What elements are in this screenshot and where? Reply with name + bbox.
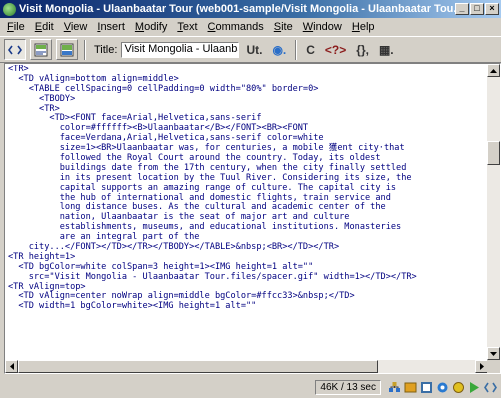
- toolbar-separator: [295, 39, 298, 60]
- horizontal-scroll-thumb[interactable]: [18, 360, 378, 373]
- behaviors-icon[interactable]: [452, 381, 465, 394]
- code-editor[interactable]: <TR> <TD vAlign=bottom align=middle> <TA…: [4, 63, 501, 374]
- horizontal-scrollbar[interactable]: [5, 360, 488, 373]
- code-line: <TBODY>: [8, 93, 76, 104]
- design-view-icon: [60, 43, 74, 56]
- page-title-label: Title:: [94, 43, 118, 56]
- arrow-down-icon: [490, 351, 497, 356]
- braces-button[interactable]: {},: [353, 40, 372, 60]
- document-toolbar: Title: Visit Mongolia - Ulaanbaatar T Ut…: [0, 36, 501, 63]
- close-button[interactable]: ×: [485, 3, 499, 15]
- preview-button[interactable]: ◉.: [269, 40, 289, 60]
- vertical-scroll-thumb[interactable]: [487, 141, 500, 165]
- html-styles-icon[interactable]: [420, 381, 433, 394]
- menu-modify[interactable]: Modify: [130, 21, 172, 33]
- split-view-icon: [34, 43, 48, 56]
- braces-icon: {},: [356, 42, 369, 57]
- design-view-button[interactable]: [56, 39, 78, 60]
- code-navigation-button[interactable]: <?>: [322, 40, 349, 60]
- toolbar-separator: [84, 39, 86, 60]
- split-view-button[interactable]: [30, 39, 52, 60]
- menu-text[interactable]: Text: [172, 21, 202, 33]
- menu-site[interactable]: Site: [269, 21, 298, 33]
- file-management-icon: Ut.: [246, 42, 263, 57]
- file-management-button[interactable]: Ut.: [243, 40, 265, 60]
- refresh-icon: C: [306, 42, 315, 57]
- maximize-button[interactable]: □: [470, 3, 484, 15]
- window-title: Visit Mongolia - Ulaanbaatar Tour (web00…: [19, 3, 455, 15]
- arrow-up-icon: [490, 68, 497, 73]
- preview-icon: ◉.: [272, 42, 287, 57]
- vertical-scrollbar[interactable]: [487, 64, 500, 360]
- menu-view[interactable]: View: [59, 21, 93, 33]
- code-line: city...</FONT></TD></TR></TBODY></TABLE>…: [8, 242, 340, 253]
- scrollbar-corner: [487, 360, 500, 373]
- code-view-button[interactable]: [4, 39, 26, 60]
- code-view-icon: [8, 45, 22, 54]
- minimize-button[interactable]: _: [455, 3, 469, 15]
- code-line: <TABLE cellSpacing=0 cellPadding=0 width…: [8, 83, 319, 94]
- assets-icon[interactable]: [404, 381, 417, 394]
- page-title-input[interactable]: Visit Mongolia - Ulaanbaatar T: [121, 41, 240, 58]
- code-inspector-icon[interactable]: [484, 381, 497, 394]
- dreamweaver-app-icon: [3, 2, 16, 16]
- timeline-icon[interactable]: [468, 381, 481, 394]
- download-size-indicator: 46K / 13 sec: [315, 379, 381, 395]
- arrow-right-icon: [479, 363, 484, 370]
- arrow-left-icon: [9, 363, 14, 370]
- title-bar: Visit Mongolia - Ulaanbaatar Tour (web00…: [0, 0, 501, 18]
- scroll-down-button[interactable]: [487, 347, 500, 360]
- menu-bar: File Edit View Insert Modify Text Comman…: [0, 18, 501, 36]
- css-styles-icon[interactable]: [436, 381, 449, 394]
- code-navigation-icon: <?>: [324, 42, 347, 57]
- view-options-button[interactable]: ▦.: [376, 40, 397, 60]
- refresh-button[interactable]: C: [303, 40, 318, 60]
- menu-commands[interactable]: Commands: [203, 21, 269, 33]
- view-options-icon: ▦.: [378, 42, 394, 57]
- code-text-area[interactable]: <TR> <TD vAlign=bottom align=middle> <TA…: [6, 65, 488, 361]
- menu-window[interactable]: Window: [298, 21, 347, 33]
- menu-help[interactable]: Help: [347, 21, 380, 33]
- status-bar: 46K / 13 sec: [0, 376, 501, 398]
- menu-edit[interactable]: Edit: [30, 21, 59, 33]
- menu-file[interactable]: File: [2, 21, 30, 33]
- scroll-left-button[interactable]: [5, 360, 18, 373]
- code-line: <TD width=1 bgColor=white><IMG height=1 …: [8, 301, 257, 312]
- menu-insert[interactable]: Insert: [92, 21, 130, 33]
- site-icon[interactable]: [388, 381, 401, 394]
- scroll-up-button[interactable]: [487, 64, 500, 77]
